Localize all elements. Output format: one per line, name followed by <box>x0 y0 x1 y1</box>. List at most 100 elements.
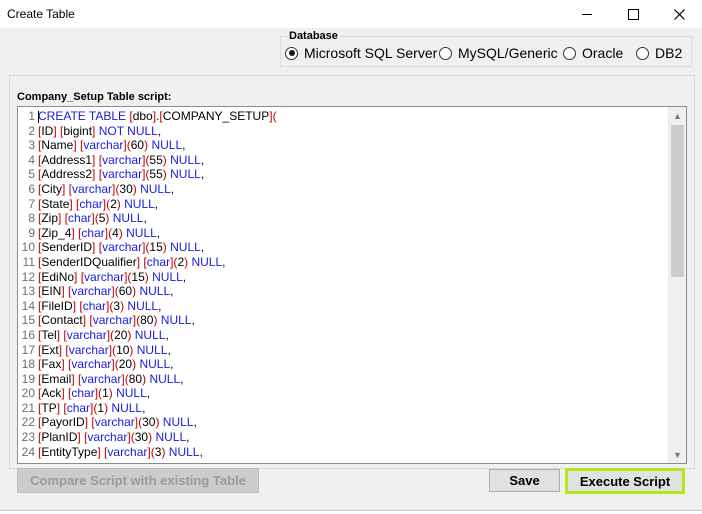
minimize-button[interactable] <box>564 0 610 28</box>
script-editor[interactable]: 1 CREATE TABLE [dbo].[COMPANY_SETUP](2 [ID… <box>17 106 687 464</box>
code-token: Email <box>41 371 72 386</box>
line-number: 17 <box>21 342 35 357</box>
save-button[interactable]: Save <box>489 469 560 492</box>
scroll-down-arrow-icon[interactable]: ▼ <box>669 446 686 463</box>
code-token: ] [ <box>71 371 82 386</box>
code-token: varchar <box>84 269 125 284</box>
code-token: 20 <box>118 357 133 372</box>
code-token: 55 <box>149 167 163 182</box>
code-token: , <box>200 167 205 182</box>
code-token: varchar <box>81 371 122 386</box>
code-token: NULL <box>162 415 194 430</box>
code-token: ]( <box>108 342 117 357</box>
code-line: 7 [State] [char](2) NULL, <box>18 197 667 212</box>
line-number: 19 <box>21 371 35 386</box>
code-line: 22 [PayorID] [varchar](30) NULL, <box>18 415 667 430</box>
line-number: 13 <box>21 284 35 299</box>
code-token: 10 <box>116 342 130 357</box>
line-number: 2 <box>28 123 35 138</box>
code-token: FileID <box>41 298 73 313</box>
code-token: ] [ <box>58 211 69 226</box>
code-line: 12 [EdiNo] [varchar](15) NULL, <box>18 270 667 285</box>
code-token: varchar <box>68 342 109 357</box>
line-number: 12 <box>21 269 35 284</box>
execute-script-button[interactable]: Execute Script <box>565 468 685 494</box>
code-token: ]( <box>123 138 131 153</box>
close-icon <box>673 8 685 20</box>
code-token: ] [ <box>58 342 69 357</box>
close-button[interactable] <box>656 0 702 28</box>
code-token: COMPANY_SETUP <box>162 109 270 123</box>
code-token: NULL <box>152 269 183 284</box>
code-line: 15 [Contact] [varchar](80) NULL, <box>18 313 667 328</box>
code-token: ) <box>129 342 137 357</box>
code-token: ] [ <box>97 444 108 459</box>
code-token: NULL <box>127 298 159 313</box>
code-token: , <box>170 284 174 299</box>
code-token: varchar <box>102 240 143 255</box>
code-token: EIN <box>41 284 62 299</box>
maximize-icon <box>627 8 639 20</box>
code-token: varchar <box>71 284 112 299</box>
code-token: ]( <box>111 284 119 299</box>
code-token: Zip <box>41 211 59 226</box>
code-token: ]( <box>104 225 113 240</box>
code-token: 60 <box>118 284 133 299</box>
code-line: 4 [Address1] [varchar](55) NULL, <box>18 153 667 168</box>
code-token: , <box>167 342 171 357</box>
code-token: varchar <box>72 181 113 196</box>
code-line: 13 [EIN] [varchar](60) NULL, <box>18 284 667 299</box>
code-token: , <box>154 196 159 211</box>
code-token: 80 <box>140 313 154 328</box>
code-token: , <box>191 313 195 328</box>
radio-indicator[interactable] <box>285 46 298 60</box>
vertical-scrollbar[interactable]: ▲ ▼ <box>668 107 686 463</box>
line-number: 11 <box>22 254 35 269</box>
code-token: char <box>79 196 103 211</box>
scroll-thumb[interactable] <box>671 125 684 277</box>
line-number: 20 <box>21 386 35 401</box>
radio-indicator[interactable] <box>636 46 649 60</box>
script-label: Company_Setup Table script: <box>17 91 172 103</box>
code-token: ) <box>155 415 163 430</box>
code-token: ) <box>153 313 161 328</box>
code-token: ] [ <box>136 254 147 269</box>
radio-mysql-generic[interactable]: MySQL/Generic <box>439 45 558 61</box>
code-token: Ack <box>41 386 62 401</box>
code-token: , <box>182 269 187 284</box>
code-line: 11 [SenderIDQualifier] [char](2) NULL, <box>18 255 667 270</box>
database-group: Database Microsoft SQL Server MySQL/Gene… <box>280 30 692 67</box>
radio-db2[interactable]: DB2 <box>636 45 682 61</box>
code-token: Ext <box>41 342 59 357</box>
code-token: NULL <box>170 167 201 182</box>
code-token: Address1 <box>41 152 93 167</box>
radio-indicator[interactable] <box>563 46 576 60</box>
database-group-label: Database <box>287 30 340 42</box>
code-token: varchar <box>87 430 128 445</box>
code-token: ] [ <box>71 225 82 240</box>
radio-microsoft-sql-server[interactable]: Microsoft SQL Server <box>285 45 437 61</box>
code-line: 5 [Address2] [varchar](55) NULL, <box>18 167 667 182</box>
code-line: 18 [Fax] [varchar](20) NULL, <box>18 357 667 372</box>
code-token: varchar <box>83 138 124 153</box>
maximize-button[interactable] <box>610 0 656 28</box>
code-token: ] [ <box>56 400 67 415</box>
bottom-divider <box>0 510 702 511</box>
code-line: 23 [PlanID] [varchar](30) NULL, <box>18 430 667 445</box>
code-line: 1 CREATE TABLE [dbo].[COMPANY_SETUP]( <box>18 109 667 124</box>
code-line: 2 [ID] [bigint] NOT NULL, <box>18 124 667 139</box>
code-token: NULL <box>112 211 144 226</box>
code-token: ) <box>127 327 135 342</box>
code-token: , <box>193 415 197 430</box>
radio-indicator[interactable] <box>439 46 452 60</box>
code-token: char <box>81 225 105 240</box>
line-number: 3 <box>28 138 35 153</box>
scroll-up-arrow-icon[interactable]: ▲ <box>669 107 686 124</box>
code-token: , <box>143 211 147 226</box>
code-line: 16 [Tel] [varchar](20) NULL, <box>18 328 667 343</box>
radio-oracle[interactable]: Oracle <box>563 45 623 61</box>
code-token: ] [ <box>53 123 64 138</box>
code-token: NULL <box>191 254 223 269</box>
code-token: SenderIDQualifier <box>41 254 137 269</box>
code-token: varchar <box>102 152 143 167</box>
